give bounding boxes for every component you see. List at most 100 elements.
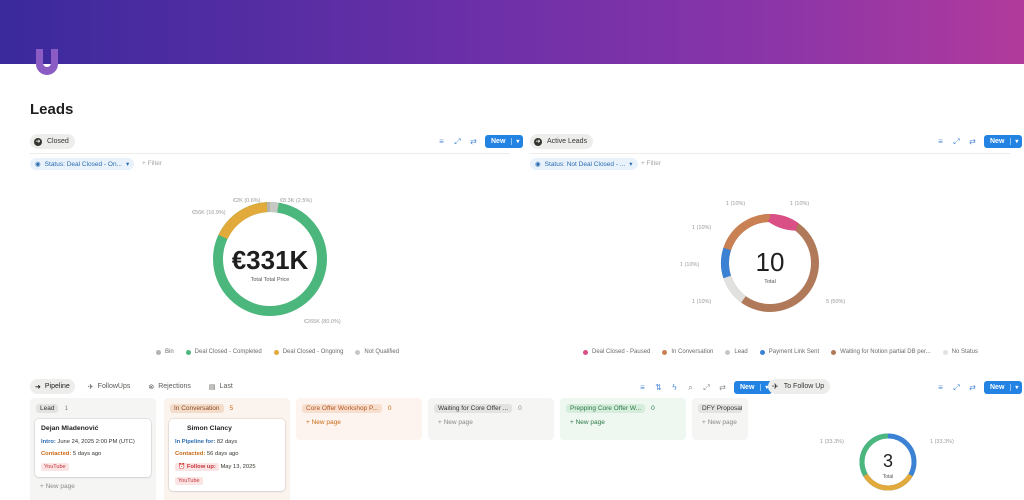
tab-rejections[interactable]: ⊗ Rejections [143,379,196,394]
active-filter-chip[interactable]: ◉ Status: Not Deal Closed - ... ▾ [530,158,638,170]
expand-icon[interactable]: ⤢ [453,137,462,147]
tab-follow-label: To Follow Up [783,383,825,390]
settings-icon[interactable]: ⇄ [718,383,727,392]
closed-filter-label: Status: Deal Closed - On... [44,160,122,168]
follow-donut-chart: 3 Total 1 (33.3%) 1 (33.3%) [820,433,954,491]
slice-in-conversation-2 [723,223,746,251]
pipeline-tabs: ➜ Pipeline ✈ FollowUps ⊗ Rejections ▤ Last [30,379,238,394]
search-icon[interactable]: ⌕ [686,383,695,393]
slice-label: 1 (10%) [680,262,699,268]
tab-pipeline[interactable]: ➜ Pipeline [30,379,75,394]
follow-center-sub: Total [883,474,894,480]
automation-icon[interactable]: ϟ [670,383,679,392]
board-column-in-conversation: In Conversation 5 Simon Clancy In Pipelin… [164,398,290,500]
tab-active-leads[interactable]: ➜ Active Leads [530,134,594,149]
slice-label: 1 (33.3%) [820,439,844,445]
follow-new-button[interactable]: New ▾ [984,381,1023,394]
filter-icon[interactable]: ≡ [638,383,647,392]
intro-key: Intro: [41,439,56,445]
slice-in-conversation [741,213,771,230]
closed-center-value: €331K [232,245,309,275]
closed-center-sub: Total Total Price [251,277,290,283]
tab-followups[interactable]: ✈ FollowUps [83,379,136,394]
slice-label: 5 (50%) [826,299,845,305]
settings-icon[interactable]: ⇄ [469,137,478,146]
follow-toolbar: ≡ ⤢ ⇄ New ▾ [936,381,1023,394]
active-add-filter[interactable]: + Filter [641,160,661,167]
legend-item: Deal Closed - Ongoing [273,349,343,355]
active-center-value: 10 [756,247,785,277]
filter-icon[interactable]: ≡ [936,383,945,392]
new-page-button[interactable]: + New page [30,477,156,496]
plane-icon: ✈ [772,382,779,391]
divider [30,153,510,154]
follow-value: May 13, 2025 [220,464,256,470]
view-icon: ➜ [34,137,42,146]
slice-label-ongoing: €56K (16.9%) [192,210,226,216]
active-legend: Deal Closed - Paused In Conversation Lea… [583,349,978,355]
tab-closed[interactable]: ➜ Closed [30,134,75,149]
slice-label: 1 (10%) [790,201,809,207]
cross-circle-icon: ⊗ [148,383,155,391]
expand-icon[interactable]: ⤢ [952,137,961,147]
slice-label-not-qualified: €8.3K (2.5%) [280,198,312,204]
closed-filter-chip[interactable]: ◉ Status: Deal Closed - On... ▾ [30,158,135,170]
closed-new-button[interactable]: New ▾ [485,135,524,148]
new-page-button[interactable]: + New page [428,413,554,432]
new-page-button[interactable]: + New page [692,413,748,432]
settings-icon[interactable]: ⇄ [968,383,977,392]
active-toolbar: ≡ ⤢ ⇄ New ▾ [936,135,1023,148]
active-center-sub: Total [764,279,776,285]
source-tag: YouTube [175,477,203,485]
tab-closed-label: Closed [47,138,69,145]
slice-label-completed: €265K (80.0%) [304,319,341,325]
slice-label: 1 (10%) [726,201,745,207]
board-column-dfy-proposal: DFY Proposal Se + New page [692,398,748,440]
new-page-button[interactable]: + New page [296,413,422,432]
follow-key: Follow up: [186,464,216,470]
view-icon: ➜ [534,137,542,146]
slice-ongoing [218,202,268,240]
tab-to-follow-up[interactable]: ✈ To Follow Up [768,379,831,394]
new-page-button[interactable]: + New page [560,413,686,432]
legend-item: Bin [156,349,174,355]
contacted-key: Contacted: [41,451,72,457]
contacted-value: 5 days ago [72,451,102,457]
lead-name: Simon Clancy [187,425,232,432]
filter-icon[interactable]: ≡ [936,137,945,146]
sort-icon[interactable]: ⇅ [654,383,663,392]
active-new-button[interactable]: New ▾ [984,135,1023,148]
tab-last[interactable]: ▤ Last [204,379,238,394]
settings-icon[interactable]: ⇄ [968,137,977,146]
slice-label: 1 (10%) [692,225,711,231]
expand-icon[interactable]: ⤢ [702,383,711,393]
filter-icon[interactable]: ≡ [437,137,446,146]
column-count: 0 [387,405,392,412]
chevron-down-icon: ▾ [629,161,633,168]
column-count: 5 [229,405,234,412]
tab-active-label: Active Leads [547,138,588,145]
board-column-lead: Lead 1 Dejan Mladenović Intro: June 24, 2… [30,398,156,500]
column-label: Core Offer Workshop P... [302,404,382,413]
board-column-core-offer-workshop: Core Offer Workshop P... 0 + New page [296,398,422,440]
closed-donut-chart: €331K Total Total Price €2K (0.6%) €8.3K… [192,198,341,325]
chevron-down-icon: ▾ [125,161,130,168]
legend-item: Deal Closed - Completed [185,349,262,355]
lead-card[interactable]: Dejan Mladenović Intro: June 24, 2025 2:… [35,419,151,477]
column-count: 0 [651,405,655,412]
slice-not-qualified [269,201,279,213]
column-label: In Conversation [170,404,224,413]
pipeline-new-button[interactable]: New ▾ [734,381,773,394]
expand-icon[interactable]: ⤢ [952,383,961,393]
legend-item: No Status [942,349,978,355]
closed-add-filter[interactable]: + Filter [142,160,162,167]
legend-item: Deal Closed - Paused [583,349,650,355]
logo-icon [36,49,58,75]
lead-card[interactable]: Simon Clancy In Pipeline for: 82 days Co… [169,419,285,491]
column-label: DFY Proposal Se [698,404,742,413]
legend-item: Payment Link Sent [759,349,819,355]
slice-no-status [723,275,746,303]
pipeline-toolbar: ≡ ⇅ ϟ ⌕ ⤢ ⇄ New ▾ [638,381,773,394]
divider [530,153,1010,154]
slice-label: 1 (33.3%) [930,439,954,445]
